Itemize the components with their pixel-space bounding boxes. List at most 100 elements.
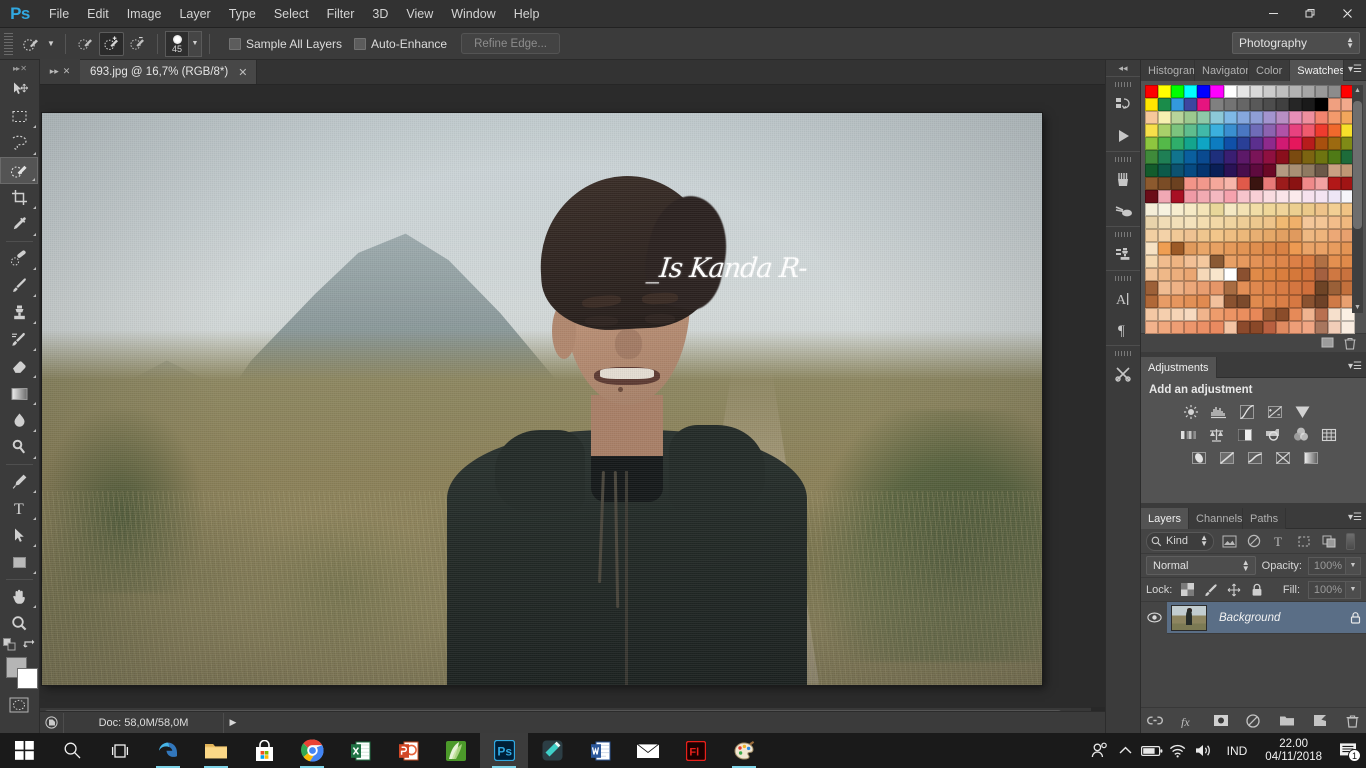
color-swatch[interactable]	[1158, 294, 1172, 308]
color-swatch[interactable]	[1210, 294, 1224, 308]
paragraph-panel-icon[interactable]: ¶	[1106, 314, 1140, 345]
color-swatch[interactable]	[1158, 307, 1172, 321]
color-swatch[interactable]	[1184, 124, 1198, 138]
lock-all-icon[interactable]	[1249, 582, 1264, 598]
color-swatch[interactable]	[1236, 189, 1250, 203]
color-swatch[interactable]	[1262, 124, 1276, 138]
color-swatch[interactable]	[1328, 255, 1342, 269]
corel-icon[interactable]	[432, 733, 480, 768]
curves-icon[interactable]	[1237, 403, 1256, 420]
color-swatch[interactable]	[1236, 137, 1250, 151]
new-adjustment-layer-icon[interactable]	[1246, 713, 1262, 729]
color-swatch[interactable]	[1223, 307, 1237, 321]
color-swatch[interactable]	[1171, 202, 1185, 216]
color-swatch[interactable]	[1328, 229, 1342, 243]
color-swatch[interactable]	[1315, 111, 1329, 125]
color-swatch[interactable]	[1249, 176, 1263, 190]
color-swatch[interactable]	[1289, 98, 1303, 112]
color-swatch[interactable]	[1315, 137, 1329, 151]
sample-all-layers-checkbox[interactable]	[229, 37, 241, 50]
color-swatch[interactable]	[1262, 268, 1276, 282]
color-swatch[interactable]	[1302, 189, 1316, 203]
color-swatch[interactable]	[1302, 98, 1316, 112]
tool-spot-healing-brush[interactable]	[0, 245, 38, 272]
menu-filter[interactable]: Filter	[318, 0, 364, 28]
color-swatch[interactable]	[1315, 202, 1329, 216]
tab-paths[interactable]: Paths	[1243, 508, 1287, 529]
adjustments-panel-menu-icon[interactable]: ▾☰	[1348, 361, 1362, 372]
color-swatch[interactable]	[1158, 85, 1172, 99]
color-swatch[interactable]	[1223, 202, 1237, 216]
filter-type-icon[interactable]: T	[1269, 532, 1289, 551]
color-swatch[interactable]	[1302, 215, 1316, 230]
color-swatch[interactable]	[1302, 268, 1316, 282]
layer-filter-toggle[interactable]	[1346, 532, 1355, 550]
filmora-icon[interactable]	[528, 733, 576, 768]
color-swatch[interactable]	[1262, 137, 1276, 151]
color-swatch[interactable]	[1210, 320, 1224, 334]
color-swatch[interactable]	[1302, 320, 1316, 334]
color-swatch[interactable]	[1145, 137, 1159, 151]
color-swatch[interactable]	[1262, 176, 1276, 190]
mail-icon[interactable]	[624, 733, 672, 768]
color-swatch[interactable]	[1171, 281, 1185, 295]
close-button[interactable]	[1329, 0, 1366, 26]
color-swatch[interactable]	[1197, 242, 1211, 256]
color-swatch[interactable]	[1184, 176, 1198, 190]
color-swatch[interactable]	[1184, 281, 1198, 295]
color-swatch[interactable]	[1223, 189, 1237, 203]
levels-icon[interactable]	[1209, 403, 1228, 420]
color-swatch[interactable]	[1328, 307, 1342, 321]
adobe-flash-icon[interactable]: Fl	[672, 733, 720, 768]
color-swatch[interactable]	[1262, 189, 1276, 203]
tool-zoom[interactable]	[0, 610, 38, 637]
wifi-icon[interactable]	[1165, 733, 1191, 768]
character-panel-icon[interactable]: A	[1106, 283, 1140, 314]
word-icon[interactable]	[576, 733, 624, 768]
tools-panel-collapse[interactable]: ▸▸ ✕	[0, 60, 39, 76]
layer-visibility-toggle[interactable]	[1141, 601, 1167, 634]
color-swatch[interactable]	[1158, 163, 1172, 177]
color-swatch[interactable]	[1158, 229, 1172, 243]
arrange-documents-button[interactable]: ▸▸ ✕	[40, 59, 80, 84]
new-layer-icon[interactable]	[1312, 713, 1328, 729]
color-swatch[interactable]	[1262, 85, 1276, 99]
opacity-dropdown-arrow[interactable]: ▼	[1346, 556, 1361, 575]
color-swatch[interactable]	[1197, 307, 1211, 321]
color-swatch[interactable]	[1328, 268, 1342, 282]
color-swatch[interactable]	[1236, 215, 1250, 230]
color-swatch[interactable]	[1262, 150, 1276, 164]
document-canvas[interactable]: _Is Kanda R-	[42, 113, 1042, 685]
fill-value[interactable]: 100%	[1308, 580, 1346, 599]
color-swatch[interactable]	[1275, 163, 1290, 177]
close-all-icon[interactable]: ✕	[63, 66, 71, 77]
color-swatch[interactable]	[1184, 215, 1198, 230]
color-swatch[interactable]	[1328, 85, 1342, 99]
color-swatch[interactable]	[1236, 124, 1250, 138]
options-bar-grip[interactable]	[4, 32, 13, 55]
black-white-icon[interactable]	[1235, 426, 1254, 443]
color-swatch[interactable]	[1328, 189, 1342, 203]
color-swatch[interactable]	[1249, 320, 1263, 334]
color-swatch[interactable]	[1158, 281, 1172, 295]
color-swatch[interactable]	[1223, 98, 1237, 112]
color-swatch[interactable]	[1223, 176, 1237, 190]
color-swatch[interactable]	[1171, 320, 1185, 334]
status-bar-icon[interactable]	[40, 712, 64, 733]
color-swatch[interactable]	[1249, 281, 1263, 295]
color-swatch[interactable]	[1289, 163, 1303, 177]
posterize-icon[interactable]	[1217, 449, 1236, 466]
notifications-button[interactable]: 1	[1330, 733, 1366, 768]
tool-rectangle[interactable]	[0, 549, 38, 576]
color-swatch[interactable]	[1210, 255, 1224, 269]
brush-preview[interactable]: 45	[165, 30, 189, 57]
color-swatch[interactable]	[1158, 111, 1172, 125]
color-swatch[interactable]	[1262, 255, 1276, 269]
color-swatch[interactable]	[1302, 163, 1316, 177]
color-swatch[interactable]	[1328, 150, 1342, 164]
color-swatch[interactable]	[1302, 255, 1316, 269]
menu-select[interactable]: Select	[265, 0, 318, 28]
new-selection-button[interactable]	[73, 32, 98, 56]
color-swatch[interactable]	[1275, 281, 1290, 295]
tool-clone-stamp[interactable]	[0, 299, 38, 326]
